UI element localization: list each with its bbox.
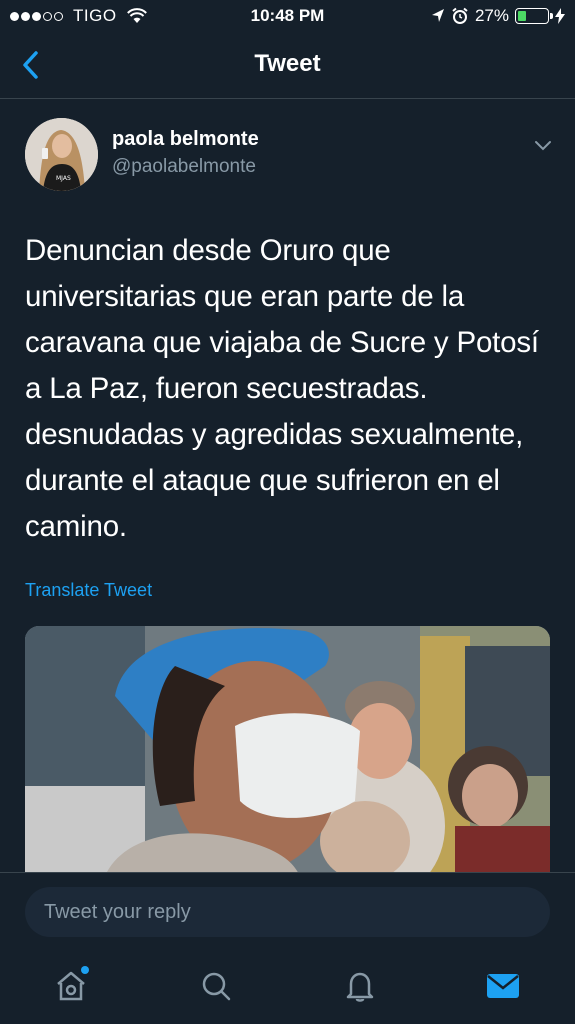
translate-tweet-link[interactable]: Translate Tweet [25, 580, 152, 601]
page-title: Tweet [254, 50, 321, 77]
notification-dot [81, 966, 89, 974]
tab-notifications[interactable] [340, 966, 380, 1006]
reply-input[interactable]: Tweet your reply [25, 887, 550, 937]
battery-percent: 27% [474, 6, 509, 25]
tweet-media[interactable] [25, 626, 550, 876]
bell-icon [346, 972, 374, 1002]
nav-bar: Tweet [0, 34, 575, 99]
battery-fill [518, 11, 526, 21]
tweet-text: Denuncian desde Oruro que universitarias… [25, 234, 539, 543]
tweet-menu-button[interactable] [531, 135, 555, 155]
status-right: 27% [431, 6, 565, 26]
media-image [25, 626, 550, 876]
tab-search[interactable] [196, 966, 236, 1006]
status-bar: TIGO 10:48 PM 27% [0, 0, 575, 34]
avatar-caption: MJAS [56, 175, 71, 182]
author-handle[interactable]: @paolabelmonte [112, 156, 256, 178]
alarm-clock-icon [452, 7, 468, 24]
tab-messages[interactable] [483, 966, 523, 1006]
screen: TIGO 10:48 PM 27% Tweet MJAS paola belmo… [0, 0, 575, 1024]
tab-home[interactable] [51, 966, 91, 1006]
mail-icon [487, 974, 519, 998]
search-icon [202, 972, 231, 1001]
battery-icon [515, 8, 553, 24]
charging-bolt-icon [555, 8, 565, 24]
avatar-image: MJAS [25, 118, 98, 191]
tab-bar [0, 952, 575, 1024]
avatar[interactable]: MJAS [25, 118, 98, 191]
location-arrow-icon [431, 9, 444, 22]
chevron-down-icon [535, 141, 551, 151]
reply-bar: Tweet your reply [0, 872, 575, 952]
author-name[interactable]: paola belmonte [112, 128, 259, 151]
